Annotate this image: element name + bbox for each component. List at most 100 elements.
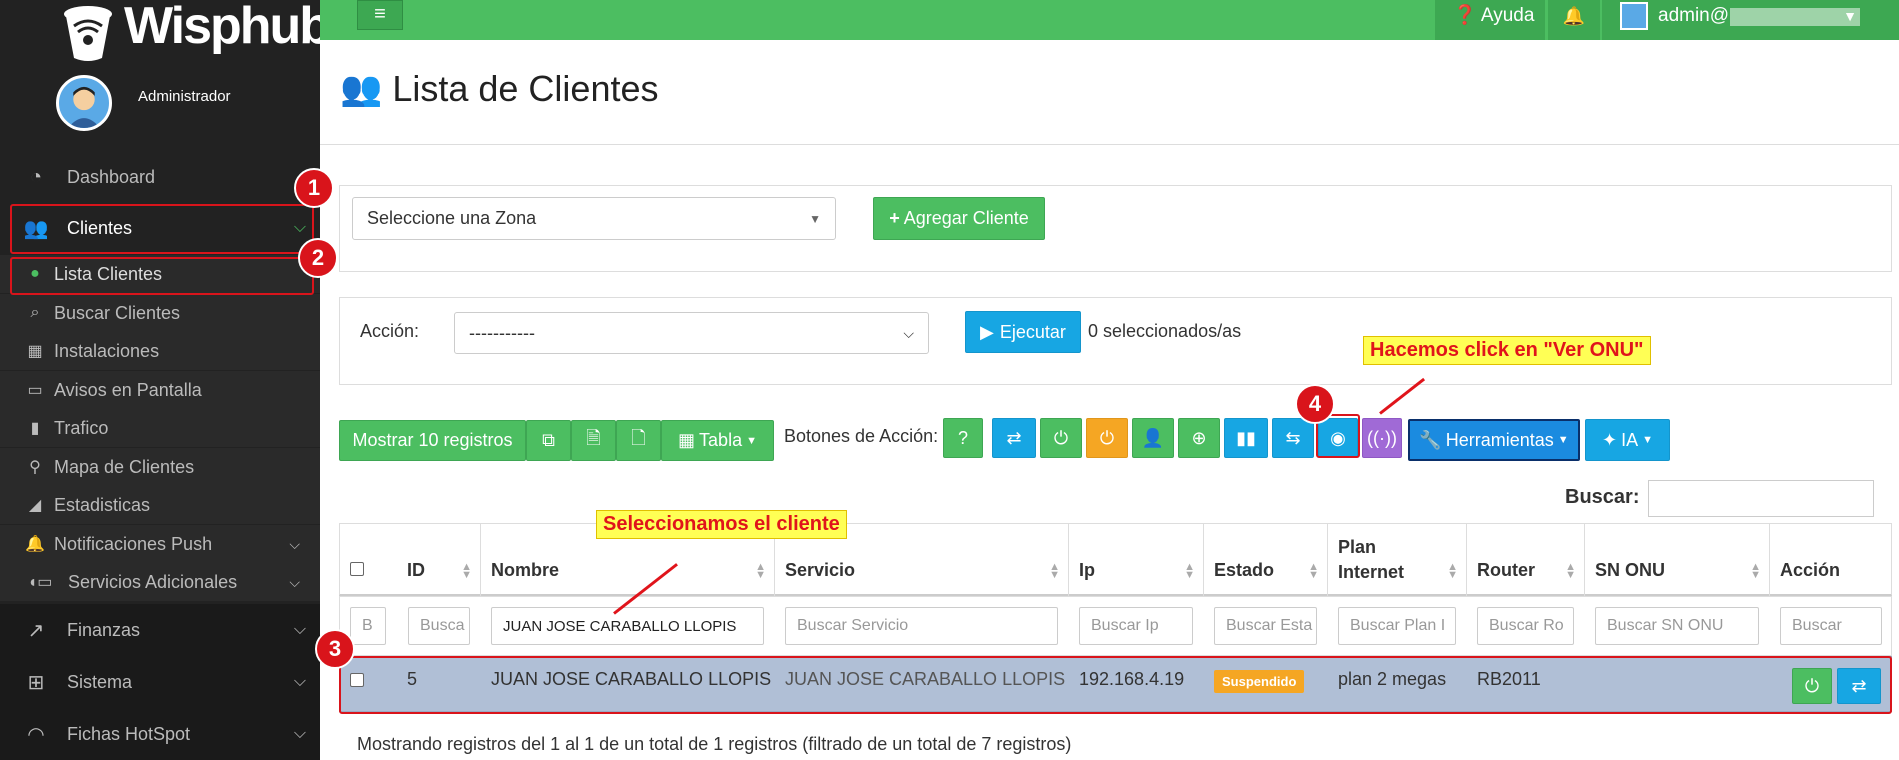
sidebar-subitem-label: Mapa de Clientes [54, 456, 195, 477]
execute-button[interactable]: ▶ Ejecutar [965, 311, 1081, 353]
power-off-action-button[interactable]: ⏻ [1086, 418, 1128, 458]
action-select[interactable]: ----------- ⌵ [454, 312, 929, 354]
retweet-action-button[interactable]: ⇄ [992, 418, 1036, 458]
step-badge-1: 1 [294, 168, 334, 208]
zone-select[interactable]: Seleccione una Zona ▼ [352, 197, 836, 240]
hamburger-menu-button[interactable]: ≡ [357, 0, 403, 30]
avatar-person-icon [67, 86, 101, 128]
add-client-button[interactable]: + Agregar Cliente [873, 197, 1045, 240]
sidebar-subitem-label: Instalaciones [54, 340, 160, 361]
chevron-down-icon: ⌵ [293, 621, 306, 638]
sidebar-subitem-label: Estadisticas [54, 494, 151, 515]
copy-button[interactable]: ⧉ [526, 420, 571, 461]
sidebar-subitem-instalaciones[interactable]: ▦ Instalaciones [0, 332, 320, 370]
filter-accion-input[interactable]: Buscar [1780, 607, 1882, 645]
filter-ip-input[interactable]: Buscar Ip [1079, 607, 1193, 645]
sidebar-item-fichas-hotspot[interactable]: ◠ Fichas HotSpot ⌵ [0, 708, 320, 760]
calendar-icon: ▦ [27, 343, 43, 360]
help-label: Ayuda [1480, 5, 1535, 26]
th-plan-internet[interactable]: Plan Internet ▲ ▼ [1328, 523, 1467, 596]
filter-sn-onu-input[interactable]: Buscar SN ONU [1595, 607, 1759, 645]
th-estado[interactable]: Estado ▲ ▼ [1204, 523, 1328, 596]
th-label: ID [407, 560, 425, 580]
sidebar-subitem-servicios[interactable]: ◖▭ Servicios Adicionales ⌵ [0, 563, 320, 601]
filter-nombre-input[interactable]: JUAN JOSE CARABALLO LLOPIS [491, 607, 764, 645]
question-circle-icon: ❓ [1453, 5, 1477, 26]
user-avatar [1620, 2, 1648, 30]
user-action-button[interactable]: 👤 [1132, 418, 1174, 458]
copy-icon: ⧉ [542, 430, 555, 450]
sidebar-item-label: Dashboard [67, 166, 156, 187]
th-label: SN ONU [1595, 560, 1666, 580]
sidebar: Wisphub Administrador ◔ Dashboard 👥 Clie… [0, 0, 331, 760]
th-sn-onu[interactable]: SN ONU ▲ ▼ [1585, 523, 1770, 596]
sidebar-subitem-estadisticas[interactable]: ◢ Estadisticas [0, 486, 320, 524]
redacted-email [1730, 8, 1860, 26]
bell-icon: 🔔 [1562, 6, 1586, 26]
signal-icon: ((·)) [1367, 427, 1397, 448]
help-action-button[interactable]: ? [943, 418, 983, 458]
sidebar-subitem-mapa[interactable]: ⚲ Mapa de Clientes [0, 448, 320, 486]
th-accion: Acción [1770, 523, 1892, 596]
filter-checkbox-input[interactable]: B [350, 607, 386, 645]
th-id[interactable]: ID ▲ ▼ [397, 523, 481, 596]
sitemap-icon: ⊞ [27, 671, 45, 694]
filter-plan-input[interactable]: Buscar Plan I [1338, 607, 1456, 645]
avatar[interactable] [56, 75, 112, 131]
ia-button[interactable]: ✦ IA ▼ [1585, 419, 1670, 461]
bell-icon: 🔔 [25, 536, 45, 553]
play-icon: ▶ [980, 321, 994, 342]
th-router[interactable]: Router ▲ ▼ [1467, 523, 1585, 596]
signal-action-button[interactable]: ((·)) [1362, 418, 1402, 458]
table-label: Tabla [699, 430, 743, 450]
bar-chart-icon: ▮▮ [1236, 427, 1256, 448]
show-records-label: Mostrar 10 registros [352, 430, 513, 450]
show-records-button[interactable]: Mostrar 10 registros [339, 420, 526, 461]
select-all-checkbox[interactable] [350, 562, 364, 576]
th-ip[interactable]: Ip ▲ ▼ [1069, 523, 1204, 596]
search-input[interactable] [1648, 480, 1874, 517]
page-title: 👥 Lista de Clientes [340, 68, 659, 110]
table-info: Mostrando registros del 1 al 1 de un tot… [357, 734, 1072, 754]
wrench-icon: 🔧 [1419, 429, 1442, 450]
power-on-action-button[interactable]: ⏻ [1040, 418, 1082, 458]
support-action-button[interactable]: ⊕ [1178, 418, 1220, 458]
filter-servicio-input[interactable]: Buscar Servicio [785, 607, 1058, 645]
sidebar-item-sistema[interactable]: ⊞ Sistema ⌵ [0, 656, 320, 708]
notifications-button[interactable]: 🔔 [1548, 0, 1600, 40]
sidebar-subitem-buscar-clientes[interactable]: ⌕ Buscar Clientes [0, 294, 320, 332]
sparkles-icon: ✦ [1602, 429, 1618, 450]
sidebar-subitem-avisos[interactable]: ▭ Avisos en Pantalla [0, 371, 320, 409]
question-icon: ? [957, 427, 968, 448]
filter-estado-input[interactable]: Buscar Esta [1214, 607, 1317, 645]
search-icon: ⌕ [30, 304, 40, 321]
sort-icon: ▲ ▼ [461, 561, 472, 581]
sidebar-subitem-notificaciones[interactable]: 🔔 Notificaciones Push ⌵ [0, 525, 320, 563]
sidebar-item-dashboard[interactable]: ◔ Dashboard [0, 152, 320, 202]
users-icon: 👥 [340, 70, 383, 108]
th-label: Servicio [785, 560, 856, 580]
sidebar-item-finanzas[interactable]: ↗ Finanzas ⌵ [0, 604, 320, 656]
table-icon: ▦ [678, 430, 696, 450]
excel-button[interactable]: 🗎 [571, 420, 616, 461]
area-chart-icon: ◢ [28, 497, 42, 514]
step-badge-3: 3 [315, 629, 355, 669]
step-badge-4: 4 [1295, 384, 1335, 424]
user-menu[interactable]: admin@ ▼ [1602, 0, 1899, 40]
csv-button[interactable]: 🗋 [616, 420, 661, 461]
sort-icon: ▲ ▼ [1184, 561, 1195, 581]
sidebar-subitem-label: Avisos en Pantalla [54, 379, 202, 400]
sidebar-subitem-trafico[interactable]: ▮ Trafico [0, 409, 320, 447]
sort-icon: ▲ ▼ [1565, 561, 1576, 581]
exchange-action-button[interactable]: ⇆ [1272, 418, 1314, 458]
sort-icon: ▲ ▼ [1308, 561, 1319, 581]
filter-id-input[interactable]: Busca [408, 607, 470, 645]
table-columns-button[interactable]: ▦ Tabla ▼ [661, 420, 774, 461]
filter-router-input[interactable]: Buscar Ro [1477, 607, 1574, 645]
th-label: Estado [1214, 560, 1275, 580]
chart-action-button[interactable]: ▮▮ [1224, 418, 1268, 458]
help-button[interactable]: ❓ Ayuda [1435, 0, 1545, 40]
admin-role-label: Administrador [138, 88, 231, 105]
th-label: Nombre [491, 560, 560, 580]
tools-button[interactable]: 🔧 Herramientas ▼ [1408, 419, 1580, 461]
